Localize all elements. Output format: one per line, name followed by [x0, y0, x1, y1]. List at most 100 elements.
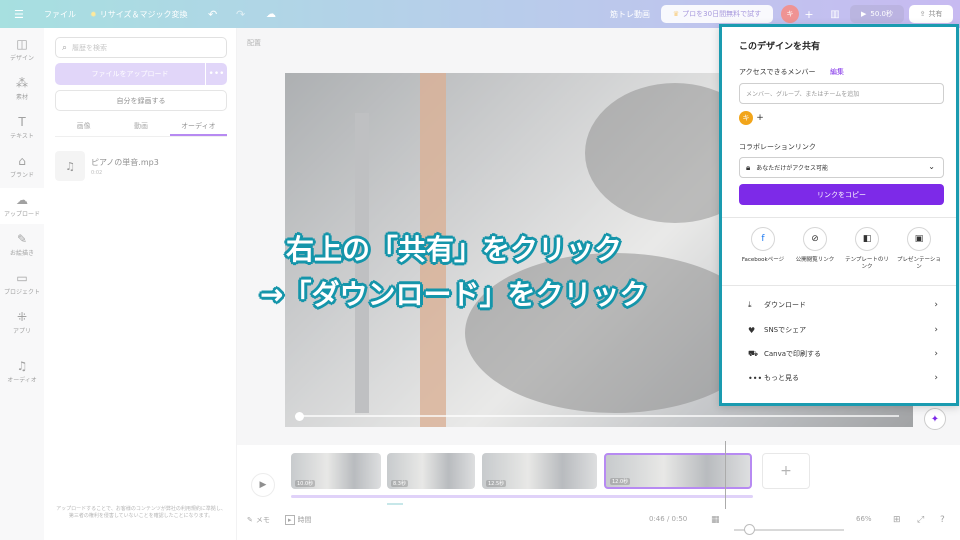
annotation-line-2: →「ダウンロード」をクリック: [260, 278, 648, 311]
action-label: Canvaで印刷する: [764, 350, 822, 358]
magic-assistant-icon[interactable]: ✦: [924, 408, 946, 430]
collaboration-link-label: コラボレーションリンク: [739, 143, 816, 151]
zoom-slider-knob[interactable]: [744, 524, 755, 535]
media-tabs: 画像 動画 オーディオ: [55, 117, 227, 137]
brand-icon: ⌂: [18, 154, 26, 168]
insights-icon[interactable]: ▥: [824, 5, 846, 23]
grid-view-icon[interactable]: ▦: [711, 515, 720, 525]
cloud-sync-icon[interactable]: ☁: [266, 0, 276, 28]
video-progress-knob[interactable]: [295, 412, 304, 421]
duration-label: 50.0秒: [870, 10, 893, 18]
add-collaborator-button[interactable]: +: [800, 5, 818, 23]
action-download[interactable]: ⤓ ダウンロード ›: [748, 298, 938, 312]
add-member-button[interactable]: +: [753, 111, 767, 125]
pro-trial-button[interactable]: ♛ プロを30日間無料で試す: [661, 5, 773, 23]
share-option-label: 公開閲覧リンク: [795, 257, 835, 263]
rail-item-label: ブランド: [9, 172, 34, 179]
tab-audio[interactable]: オーディオ: [169, 117, 227, 136]
pro-trial-label: プロを30日間無料で試す: [682, 10, 762, 18]
timeline-clip[interactable]: 8.3秒: [387, 453, 475, 489]
template-icon: ◧: [855, 227, 879, 251]
chevron-right-icon: ›: [934, 373, 938, 383]
action-more[interactable]: ••• もっと見る ›: [748, 371, 938, 385]
share-button[interactable]: ⇪ 共有: [909, 5, 953, 23]
edit-access-link[interactable]: 編集: [830, 67, 844, 77]
rail-item-brand[interactable]: ⌂ ブランド: [0, 149, 44, 185]
clip-duration: 12.0秒: [610, 478, 631, 485]
divider: [722, 217, 956, 218]
share-option-facebook[interactable]: f Facebookページ: [740, 227, 786, 264]
heart-icon: ♥: [748, 325, 756, 335]
sparkle-icon: ✹: [90, 9, 97, 19]
zoom-readout[interactable]: 66%: [856, 515, 872, 523]
rail-item-projects[interactable]: ▭ プロジェクト: [0, 266, 44, 302]
play-button[interactable]: ▶: [251, 473, 275, 497]
apps-icon: ⁜: [16, 310, 28, 324]
present-button[interactable]: ▶ 50.0秒: [850, 5, 904, 23]
avatar[interactable]: キ: [781, 5, 799, 23]
audio-file-name: ピアノの単音.mp3: [91, 157, 159, 167]
audio-file-item[interactable]: ♫ ピアノの単音.mp3 0:02: [55, 150, 227, 182]
access-members-label: アクセスできるメンバー: [739, 68, 816, 76]
timeline-clip[interactable]: 10.0秒: [291, 453, 381, 489]
tab-images[interactable]: 画像: [55, 117, 112, 136]
menu-icon[interactable]: ☰: [14, 0, 24, 28]
add-clip-button[interactable]: +: [762, 453, 810, 489]
tab-videos[interactable]: 動画: [112, 117, 169, 136]
position-label[interactable]: 配置: [247, 38, 261, 48]
share-panel: このデザインを共有 アクセスできるメンバー 編集 メンバー、グループ、またはチー…: [719, 24, 959, 406]
action-label: SNSでシェア: [764, 326, 807, 334]
action-print[interactable]: ⛟ Canvaで印刷する ›: [748, 347, 938, 361]
share-panel-title: このデザインを共有: [739, 42, 821, 52]
play-icon: ▶: [259, 480, 267, 490]
undo-icon[interactable]: ↶: [208, 0, 217, 28]
crown-icon: ♛: [672, 10, 680, 18]
share-label: 共有: [928, 10, 943, 18]
text-icon: T: [18, 115, 26, 129]
video-progress-track[interactable]: [299, 415, 899, 417]
rail-item-uploads[interactable]: ☁ アップロード: [0, 188, 44, 224]
search-input[interactable]: ⌕ 履歴を検索: [55, 37, 227, 58]
share-option-template-link[interactable]: ◧ テンプレートのリンク: [844, 227, 890, 271]
rail-item-design[interactable]: ◫ デザイン: [0, 32, 44, 68]
clip-duration: 12.5秒: [486, 480, 507, 487]
audio-track[interactable]: [291, 495, 753, 498]
rail-item-audio[interactable]: ♫ オーディオ: [0, 354, 44, 390]
chevron-down-icon: ⌄: [928, 162, 935, 171]
notes-button[interactable]: ✎ メモ: [247, 515, 270, 525]
time-label: 時間: [297, 516, 312, 524]
rail-item-apps[interactable]: ⁜ アプリ: [0, 305, 44, 341]
rail-item-label: お絵描き: [9, 250, 34, 257]
time-button[interactable]: ▸ 時間: [285, 515, 312, 525]
access-level-select[interactable]: 🔒︎ あなただけがアクセス可能 ⌄: [739, 157, 944, 178]
rail-item-elements[interactable]: ⁂ 素材: [0, 71, 44, 107]
rail-item-draw[interactable]: ✎ お絵描き: [0, 227, 44, 263]
rail-item-label: アプリ: [12, 328, 31, 335]
search-icon: ⌕: [62, 42, 68, 53]
design-title[interactable]: 筋トレ動画: [610, 0, 650, 28]
share-option-label: Facebookページ: [741, 257, 785, 263]
share-option-public-link[interactable]: ⊘ 公開閲覧リンク: [792, 227, 838, 264]
timeline-clip[interactable]: 12.0秒: [604, 453, 752, 489]
member-avatar[interactable]: キ: [739, 111, 753, 125]
share-option-presentation[interactable]: ▣ プレゼンテーション: [896, 227, 942, 271]
file-menu[interactable]: ファイル: [44, 0, 76, 28]
pages-grid-icon[interactable]: ⊞: [893, 515, 901, 525]
fullscreen-icon[interactable]: ⤢: [917, 515, 924, 525]
clip-duration: 10.0秒: [295, 480, 316, 487]
upload-more-button[interactable]: •••: [206, 63, 227, 85]
rail-item-text[interactable]: T テキスト: [0, 110, 44, 146]
copy-link-button[interactable]: リンクをコピー: [739, 184, 944, 205]
upload-file-button[interactable]: ファイルをアップロード: [55, 63, 205, 85]
help-icon[interactable]: ?: [940, 515, 945, 525]
resize-button[interactable]: ✹ リサイズ＆マジック変換: [90, 0, 187, 28]
upload-terms-note: アップロードすることで、お客様のコンテンツが弊社の利用規約に準拠し、第三者の権利…: [56, 506, 226, 519]
redo-icon[interactable]: ↷: [236, 0, 245, 28]
record-yourself-button[interactable]: 自分を録画する: [55, 90, 227, 111]
download-icon: ⤓: [748, 300, 752, 309]
playhead[interactable]: [725, 441, 726, 509]
member-search-input[interactable]: メンバー、グループ、またはチームを追加: [739, 83, 944, 104]
more-icon: •••: [748, 373, 763, 383]
timeline-clip[interactable]: 12.5秒: [482, 453, 597, 489]
action-social-share[interactable]: ♥ SNSでシェア ›: [748, 323, 938, 337]
